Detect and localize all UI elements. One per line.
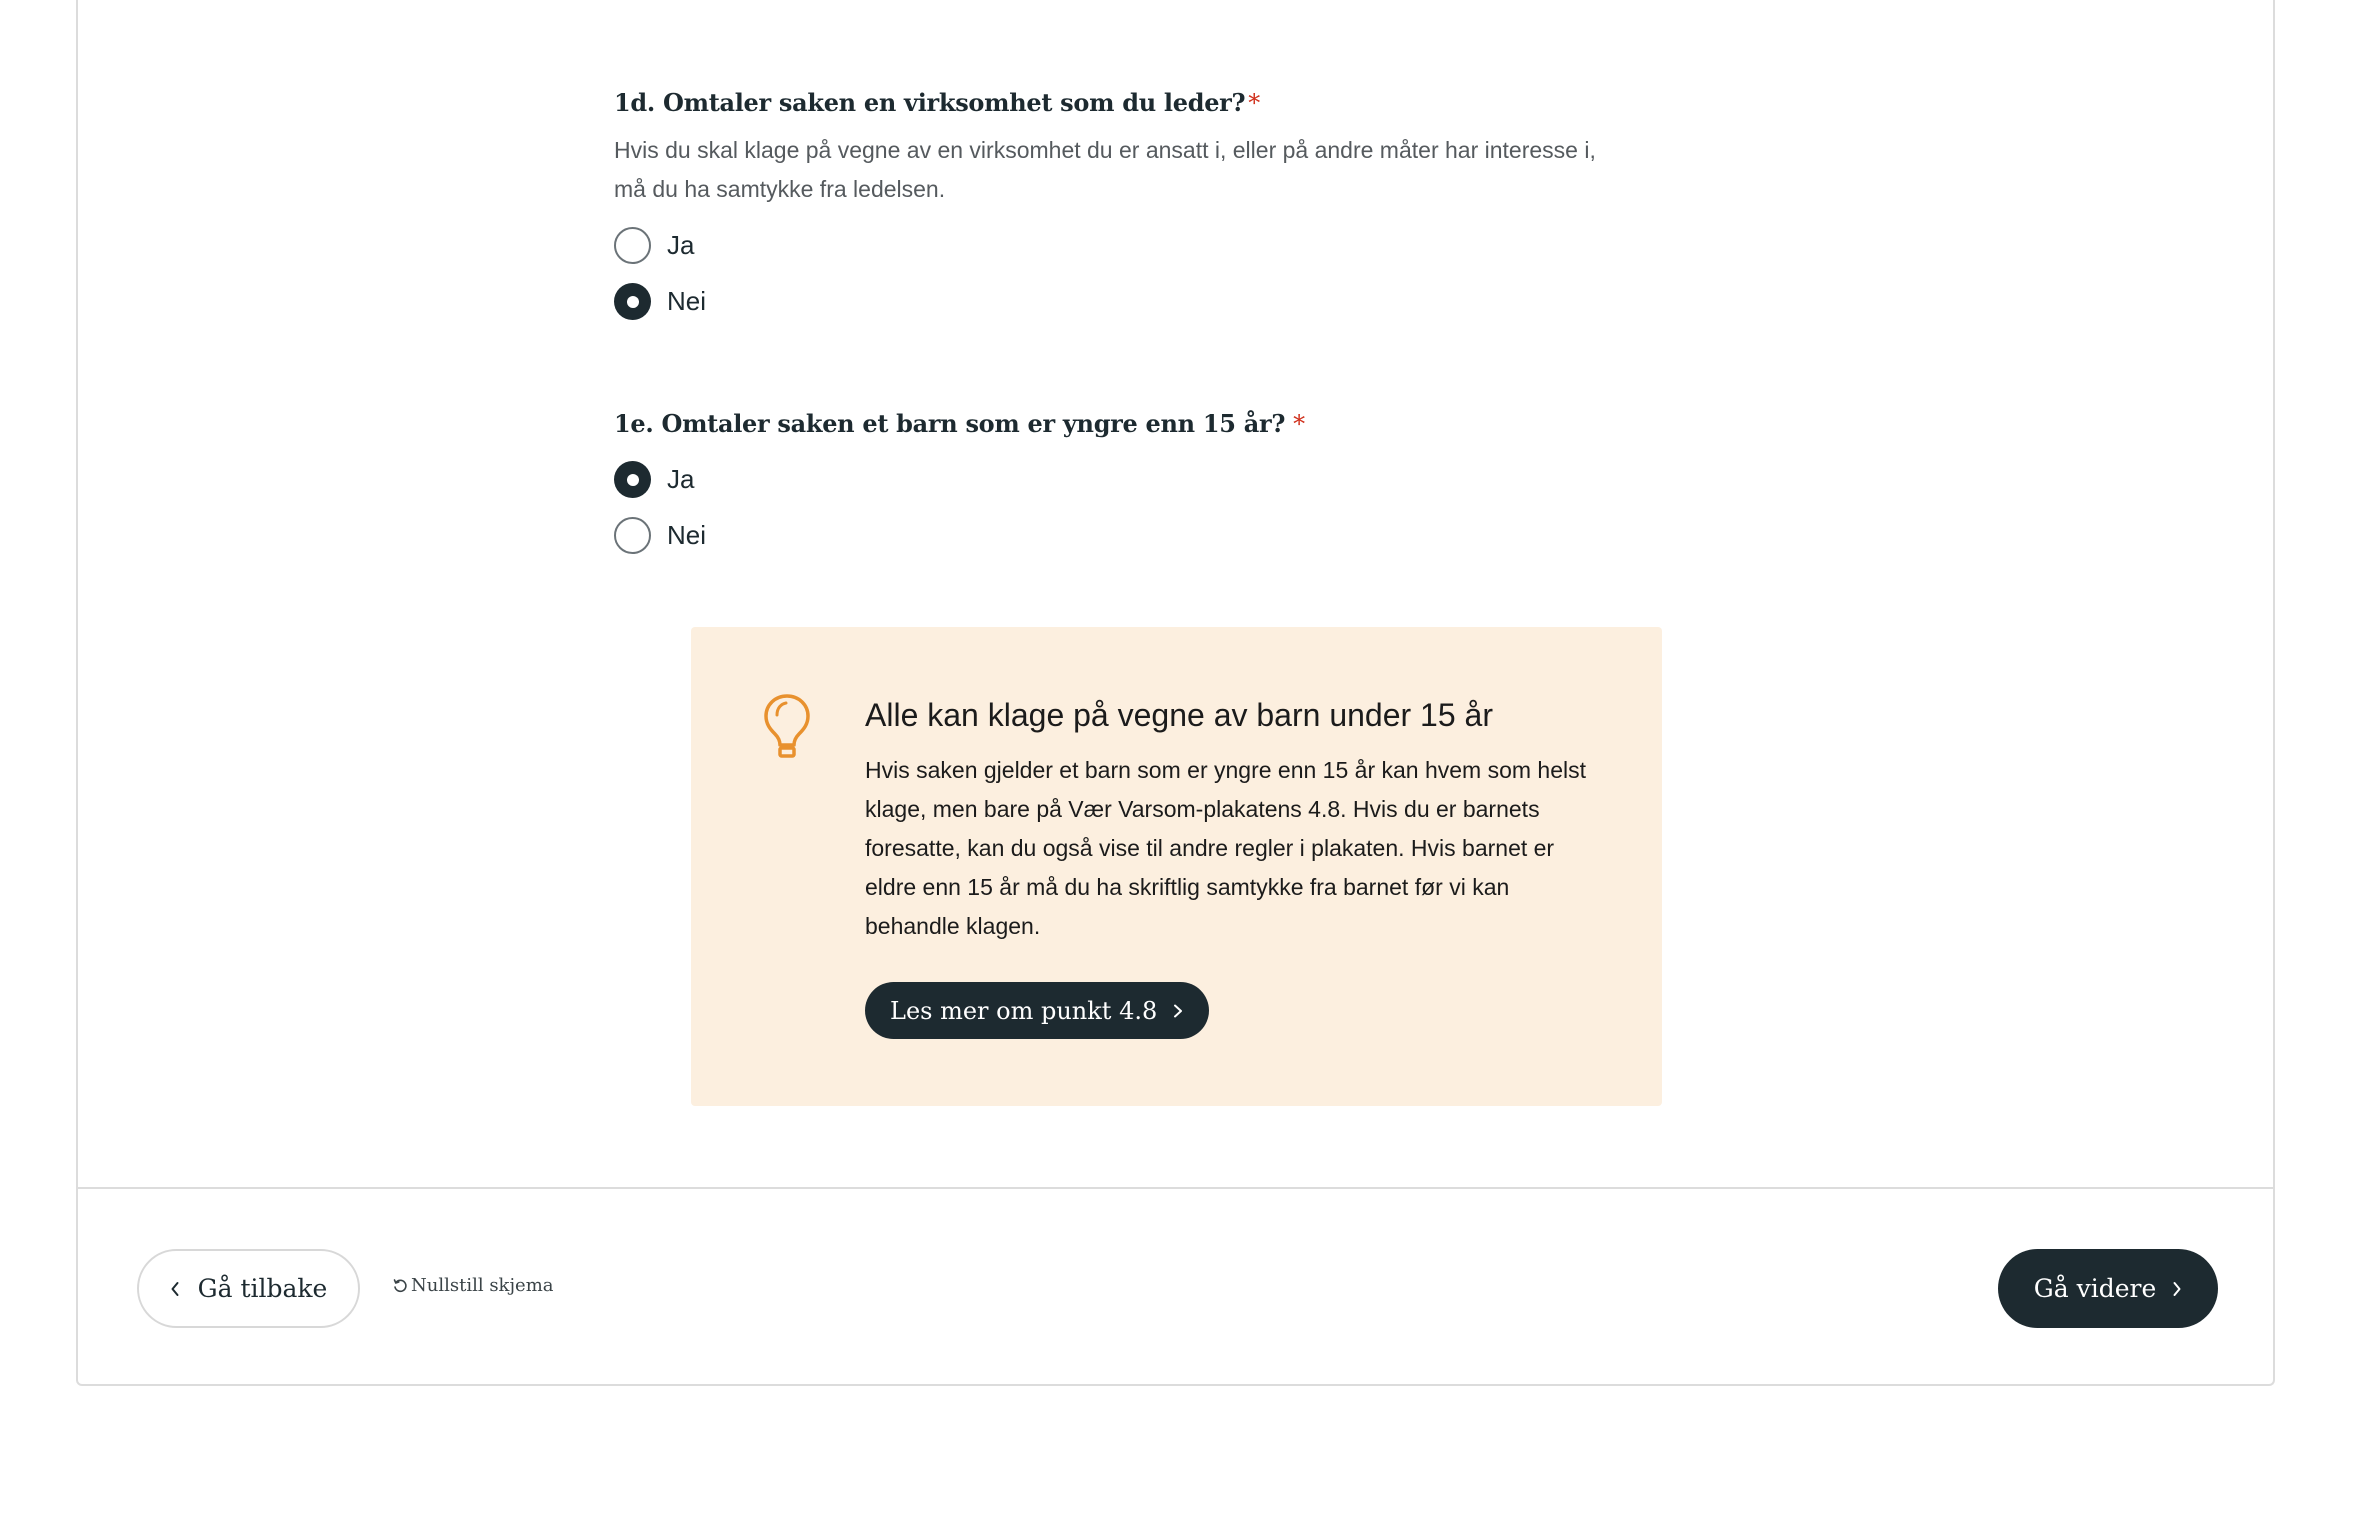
reset-form-button[interactable]: Nullstill skjema — [392, 1275, 554, 1296]
chevron-right-icon — [2173, 1281, 2181, 1296]
info-box-text: Hvis saken gjelder et barn som er yngre … — [865, 757, 1587, 939]
required-marker: * — [1293, 410, 1305, 438]
question-1d-title: 1d. Omtaler saken en virksomhet som du l… — [614, 88, 1260, 117]
radio-label: Ja — [667, 464, 695, 494]
radio-circle[interactable] — [614, 227, 651, 264]
info-box: Alle kan klage på vegne av barn under 15… — [691, 627, 1662, 1106]
reset-form-label: Nullstill skjema — [411, 1275, 554, 1296]
reset-icon — [393, 1278, 407, 1292]
radio-1d-ja[interactable]: Ja — [614, 227, 694, 264]
next-button[interactable]: Gå videre — [1998, 1249, 2218, 1328]
lightbulb-icon — [764, 694, 810, 758]
next-button-label: Gå videre — [2033, 1274, 2157, 1303]
read-more-button[interactable]: Les mer om punkt 4.8 — [865, 982, 1210, 1039]
question-1d-description: Hvis du skal klage på vegne av en virkso… — [614, 137, 1596, 202]
radio-circle[interactable] — [614, 517, 651, 554]
question-1d-title-text: 1d. Omtaler saken en virksomhet som du l… — [614, 88, 1246, 117]
back-button-label: Gå tilbake — [197, 1274, 328, 1303]
radio-1d-nei[interactable]: Nei — [614, 283, 706, 320]
radio-label: Nei — [667, 286, 707, 316]
info-box-title: Alle kan klage på vegne av barn under 15… — [865, 697, 1493, 733]
required-marker: * — [1248, 89, 1260, 117]
radio-label: Ja — [667, 230, 695, 260]
radio-1e-nei[interactable]: Nei — [614, 517, 706, 554]
read-more-label: Les mer om punkt 4.8 — [890, 996, 1158, 1025]
chevron-right-icon — [1174, 1004, 1183, 1017]
chevron-left-icon — [171, 1281, 179, 1296]
radio-label: Nei — [667, 520, 707, 550]
radio-circle-checked[interactable] — [614, 461, 651, 498]
question-1e-title-text: 1e. Omtaler saken et barn som er yngre e… — [614, 409, 1286, 438]
back-button[interactable]: Gå tilbake — [137, 1249, 360, 1328]
radio-1e-ja[interactable]: Ja — [614, 461, 694, 498]
radio-circle-checked[interactable] — [614, 283, 651, 320]
question-1e-title: 1e. Omtaler saken et barn som er yngre e… — [614, 409, 1305, 438]
footer-divider — [76, 1187, 2275, 1189]
